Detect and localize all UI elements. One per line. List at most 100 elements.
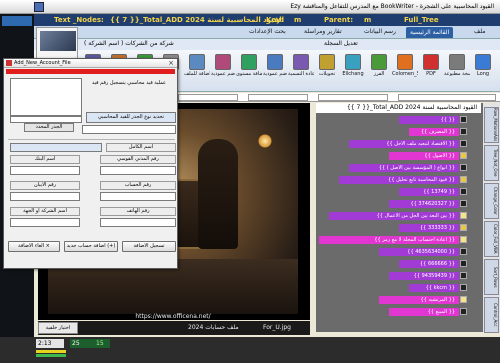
ribbon-button[interactable]: PDF [418, 52, 444, 90]
parent-label: Parent: [324, 16, 353, 24]
merge-vertical-icon [267, 54, 283, 70]
node-icon[interactable] [460, 260, 467, 267]
root-type-select[interactable] [82, 125, 176, 134]
root-type-button[interactable]: تحديد نوع الجذر للقيد المحاسبي [86, 112, 176, 123]
tree-row[interactable]: {{ 13749 }} [316, 187, 481, 197]
website-url[interactable]: https://www.officena.net/ [108, 313, 238, 321]
tab-charts[interactable]: رسم البيانات [364, 28, 396, 35]
filter-input[interactable] [318, 94, 388, 101]
add-new-account-button[interactable]: اضافة حساب جديد (+) [64, 241, 118, 252]
tree-row[interactable]: {{ }} [316, 115, 481, 125]
tab-main-menu[interactable]: القائمة الرئيسية [406, 27, 454, 38]
tree-row[interactable]: {{ المبيع }} [316, 307, 481, 317]
node-icon[interactable] [460, 116, 467, 123]
tree-row[interactable]: {{ المصرف }} [316, 127, 481, 137]
full-name-field[interactable] [10, 143, 102, 152]
tree-row[interactable]: {{ انواع ( المؤسسة بين الاصل ) }} [316, 163, 481, 173]
filter-input[interactable] [178, 94, 238, 101]
company-name-field[interactable] [10, 218, 80, 227]
node-icon[interactable] [460, 284, 467, 291]
choose-background-button[interactable]: اختيار خلفية [38, 322, 78, 334]
notes-box[interactable] [10, 78, 82, 116]
tree-row[interactable]: {{ 666666 }} [316, 259, 481, 269]
key-icon[interactable] [460, 176, 467, 183]
node-icon[interactable] [460, 308, 467, 315]
side-tab[interactable]: Sort_Rows [484, 259, 499, 295]
account-no-field[interactable] [100, 192, 176, 201]
ribbon-button-label: ضم عمودية [263, 71, 287, 77]
side-tab[interactable]: Tree_Not_One [484, 145, 499, 181]
node-icon[interactable] [460, 272, 467, 279]
ribbon-button[interactable]: تحويلات [314, 52, 340, 90]
node-icon[interactable] [460, 188, 467, 195]
phone-field[interactable] [100, 218, 176, 227]
question-icon[interactable] [460, 296, 467, 303]
tree-row-label: {{ 13749 }} [423, 189, 455, 195]
ribbon-button-label: Colomen_Size_Ezy [392, 71, 418, 77]
company-name-label: اسم الشركة او الجهة [10, 207, 80, 216]
title-bar: Ezy مع المدرس للتفاعل والمناقشة BookWrit… [0, 0, 500, 14]
tree-panel: {{ 7 }}_Total_ADD 2024 القيود المحاسبية … [316, 103, 500, 333]
node-icon[interactable] [460, 248, 467, 255]
tree-row[interactable]: {{ 4635634000 }} [316, 247, 481, 257]
iban-field[interactable] [10, 192, 80, 201]
ribbon-button-label: اضافة للملف [184, 71, 210, 77]
side-tab[interactable]: Control_Acc [484, 297, 499, 333]
tab-settings[interactable]: بحث الإعدادات [249, 28, 286, 35]
tree-row[interactable]: {{ الاقتصاد لتبعيه ملف الاجل }} [316, 139, 481, 149]
tab-file[interactable]: ملف [474, 28, 485, 35]
tree-row-label: {{ 374620327 }} [410, 201, 455, 207]
tree-row[interactable]: {{ الاصول }} [316, 151, 481, 161]
ribbon-button[interactable]: اضافة للملف [184, 52, 210, 90]
side-tab[interactable]: Row_MotionsAds [484, 107, 499, 143]
key-icon[interactable] [460, 224, 467, 231]
info-bar: Text _Nodes: {{ 7 }}_Total_ADD 2024 القي… [34, 14, 500, 26]
close-icon[interactable]: × [167, 59, 175, 67]
app-window: Ezy مع المدرس للتفاعل والمناقشة BookWrit… [0, 0, 500, 363]
tree-row[interactable]: {{ 333333 }} [316, 223, 481, 233]
dialog-red-banner [6, 69, 175, 74]
ribbon-button[interactable]: اعادة التسمية [288, 52, 314, 90]
dialog-title-bar: Add_New_Account_File × [4, 59, 177, 68]
tab-reports[interactable]: تقارير ومراسلة [304, 28, 342, 35]
ribbon-button[interactable]: Colomen_Size_Ezy [392, 52, 418, 90]
question-icon[interactable] [460, 212, 467, 219]
ribbon-button[interactable]: اضافة مستوى [236, 52, 262, 90]
tree-row[interactable]: {{ المرتشيه }} [316, 295, 481, 305]
bank-name-field[interactable] [10, 166, 80, 175]
tree-row[interactable]: {{ kkcm }} [316, 283, 481, 293]
tree-row[interactable]: {{ 94359439 }} [316, 271, 481, 281]
parent-value: m [364, 16, 372, 24]
tree-row-label: {{ kkcm }} [425, 285, 455, 291]
tree-row-label: {{ الاقتصاد لتبعيه ملف الاجل }} [386, 141, 455, 147]
ribbon-button-label: تحويلات [318, 71, 336, 77]
save-add-button[interactable]: تسجيل الاضافة [122, 241, 176, 252]
columns-icon [397, 54, 413, 70]
ribbon-button[interactable]: Long [470, 52, 496, 90]
civil-id-field[interactable] [100, 166, 176, 175]
question-icon[interactable] [460, 236, 467, 243]
status-count-2: 15 [96, 340, 104, 347]
ribbon-button[interactable]: الفرز [366, 52, 392, 90]
cancel-add-button[interactable]: الغاء الاضافة × [8, 241, 60, 252]
side-tab[interactable]: Change_Color [484, 183, 499, 219]
filter-input[interactable] [398, 94, 496, 101]
tree-row[interactable]: {{ قيود المحاسبة تابع تحليل }} [316, 175, 481, 185]
side-tab[interactable]: Color_Full_VBA [484, 221, 499, 257]
tree-row[interactable]: {{ 374620327 }} [316, 199, 481, 209]
node-icon[interactable] [460, 140, 467, 147]
key-icon[interactable] [460, 152, 467, 159]
node-icon[interactable] [460, 200, 467, 207]
tree-row[interactable]: {{ اعادة احتساب المجلة لا مع رمز }} [316, 235, 481, 245]
ribbon-button[interactable]: نسخة مطبوعة [444, 52, 470, 90]
filter-input[interactable] [248, 94, 308, 101]
notes-box-2[interactable] [10, 116, 82, 123]
ribbon-button[interactable]: Ellchang [340, 52, 366, 90]
ribbon-button[interactable]: ضم عمودية [210, 52, 236, 90]
node-icon[interactable] [460, 128, 467, 135]
selected-root-button[interactable]: الجذر المحدد [24, 123, 74, 132]
ribbon-button[interactable]: ضم عمودية [262, 52, 288, 90]
node-icon[interactable] [460, 164, 467, 171]
tree-row[interactable]: {{ بين البعد بين الحل من الاعمال }} [316, 211, 481, 221]
ribbon-button-label: نسخة مطبوعة [444, 71, 470, 77]
